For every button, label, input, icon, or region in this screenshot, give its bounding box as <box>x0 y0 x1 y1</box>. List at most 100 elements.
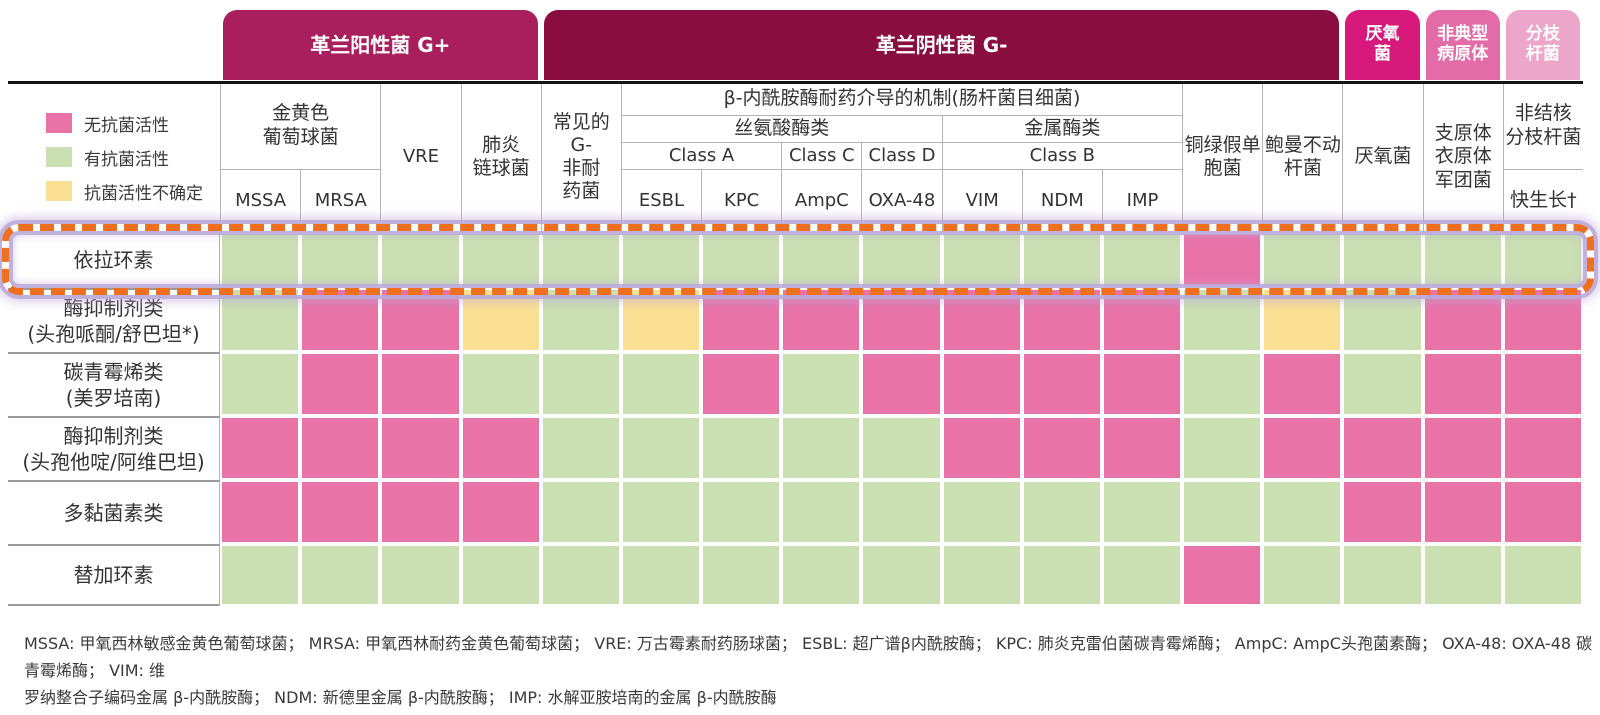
col-header-anaerobes: 厌氧菌 <box>1342 82 1422 232</box>
activity-cell-active <box>623 418 699 478</box>
activity-cell-inactive <box>944 418 1020 478</box>
legend-label: 无抗菌活性 <box>84 111 169 136</box>
activity-cell-active <box>1104 234 1180 286</box>
uncertain-swatch <box>46 181 72 201</box>
band-atypical-pathogens: 非典型 病原体 <box>1426 10 1500 80</box>
active-swatch <box>46 147 72 167</box>
col-header-staph-aureus: 金黄色 葡萄球菌 <box>220 82 380 170</box>
activity-cell-active <box>863 418 939 478</box>
activity-cell-active <box>543 482 619 542</box>
activity-cell-inactive <box>1104 418 1180 478</box>
footnote-line: †包含脓肿分枝杆菌、龟分枝杆菌、偶然分枝杆菌、猪分枝杆菌等快速生长非结核分枝杆菌 <box>24 711 1600 715</box>
activity-cell-active <box>463 354 539 414</box>
activity-cell-active <box>1264 546 1340 604</box>
activity-cell-active <box>543 546 619 604</box>
activity-cell-inactive <box>1104 354 1180 414</box>
activity-cell-inactive <box>382 418 458 478</box>
legend-item-no-activity: 无抗菌活性 <box>46 111 220 136</box>
activity-cell-active <box>1184 482 1260 542</box>
col-header-mssa: MSSA <box>220 170 300 232</box>
activity-cell-inactive <box>1425 290 1501 350</box>
activity-cell-inactive <box>783 290 859 350</box>
band-anaerobes: 厌氧 菌 <box>1345 10 1419 80</box>
activity-cell-active <box>1344 354 1420 414</box>
activity-cell-active <box>222 290 298 350</box>
activity-cell-inactive <box>302 290 378 350</box>
activity-cell-active <box>1505 234 1581 286</box>
activity-cell-inactive <box>463 482 539 542</box>
activity-cell-active <box>623 546 699 604</box>
footnotes: MSSA: 甲氧西林敏感金黄色葡萄球菌； MRSA: 甲氧西林耐药金黄色葡萄球菌… <box>24 630 1600 715</box>
activity-cell-inactive <box>944 290 1020 350</box>
activity-cell-active <box>703 234 779 286</box>
activity-cell-inactive <box>1505 482 1581 542</box>
activity-cell-inactive <box>382 290 458 350</box>
activity-cell-inactive <box>1264 354 1340 414</box>
activity-cell-active <box>1024 482 1100 542</box>
activity-cell-active <box>703 418 779 478</box>
activity-cell-inactive <box>302 482 378 542</box>
activity-cell-inactive <box>703 354 779 414</box>
legend-label: 有抗菌活性 <box>84 145 169 170</box>
activity-cell-active <box>783 354 859 414</box>
activity-cell-inactive <box>863 290 939 350</box>
activity-cell-inactive <box>1024 354 1100 414</box>
col-header-vre: VRE <box>380 82 460 232</box>
activity-cell-active <box>382 546 458 604</box>
activity-cell-active <box>222 354 298 414</box>
activity-cell-active <box>302 234 378 286</box>
activity-cell-active <box>1104 482 1180 542</box>
activity-cell-inactive <box>382 354 458 414</box>
activity-cell-inactive <box>222 482 298 542</box>
activity-cell-uncertain <box>1264 290 1340 350</box>
activity-cell-active <box>623 234 699 286</box>
activity-cell-active <box>1425 234 1501 286</box>
col-header-kpc: KPC <box>701 170 781 232</box>
activity-cell-active <box>783 234 859 286</box>
row-label-4: 酶抑制剂类 (头孢他啶/阿维巴坦) <box>8 416 220 480</box>
col-header-class-d: Class D <box>861 143 941 170</box>
activity-cell-inactive <box>222 418 298 478</box>
activity-cell-active <box>1425 546 1501 604</box>
activity-cell-inactive <box>1344 482 1420 542</box>
col-header-acinetobacter: 鲍曼不动 杆菌 <box>1262 82 1342 232</box>
activity-cell-active <box>863 482 939 542</box>
activity-cell-inactive <box>703 290 779 350</box>
band-gram-positive: 革兰阳性菌 G+ <box>223 10 538 80</box>
col-header-serine-enzymes: 丝氨酸酶类 <box>621 116 942 143</box>
col-header-pseudomonas: 铜绿假单 胞菌 <box>1182 82 1262 232</box>
activity-cell-active <box>944 234 1020 286</box>
col-header-ampc: AmpC <box>781 170 861 232</box>
col-header-class-a: Class A <box>621 143 781 170</box>
row-label-6: 替加环素 <box>8 544 220 606</box>
activity-cell-active <box>1264 482 1340 542</box>
activity-cell-active <box>1024 234 1100 286</box>
activity-cell-inactive <box>1104 290 1180 350</box>
antibacterial-spectrum-chart: 革兰阳性菌 G+ 革兰阴性菌 G- 厌氧 菌 非典型 病原体 分枝 杆菌 无抗菌… <box>0 0 1600 715</box>
col-header-common-gram-negative: 常见的 G- 非耐 药菌 <box>541 82 621 232</box>
activity-cell-inactive <box>863 354 939 414</box>
activity-cell-inactive <box>382 482 458 542</box>
legend-item-active: 有抗菌活性 <box>46 145 220 170</box>
activity-cell-active <box>1024 546 1100 604</box>
activity-cell-active <box>783 546 859 604</box>
col-header-ntm: 非结核 分枝杆菌 <box>1503 82 1583 170</box>
activity-cell-active <box>1104 546 1180 604</box>
activity-cell-active <box>1184 418 1260 478</box>
activity-cell-active <box>1184 354 1260 414</box>
activity-cell-inactive <box>1184 546 1260 604</box>
activity-cell-active <box>222 546 298 604</box>
activity-cell-active <box>783 418 859 478</box>
col-header-class-b: Class B <box>942 143 1183 170</box>
activity-cell-active <box>1184 290 1260 350</box>
activity-cell-active <box>543 234 619 286</box>
row-label-2: 酶抑制剂类 (头孢哌酮/舒巴坦*) <box>8 288 220 352</box>
no-activity-swatch <box>46 113 72 133</box>
col-header-oxa48: OXA-48 <box>861 170 941 232</box>
activity-cell-inactive <box>1425 482 1501 542</box>
activity-cell-active <box>1344 234 1420 286</box>
col-header-fast-growing: 快生长† <box>1503 170 1583 232</box>
activity-cell-active <box>543 418 619 478</box>
activity-cell-inactive <box>302 418 378 478</box>
activity-cell-inactive <box>1184 234 1260 286</box>
